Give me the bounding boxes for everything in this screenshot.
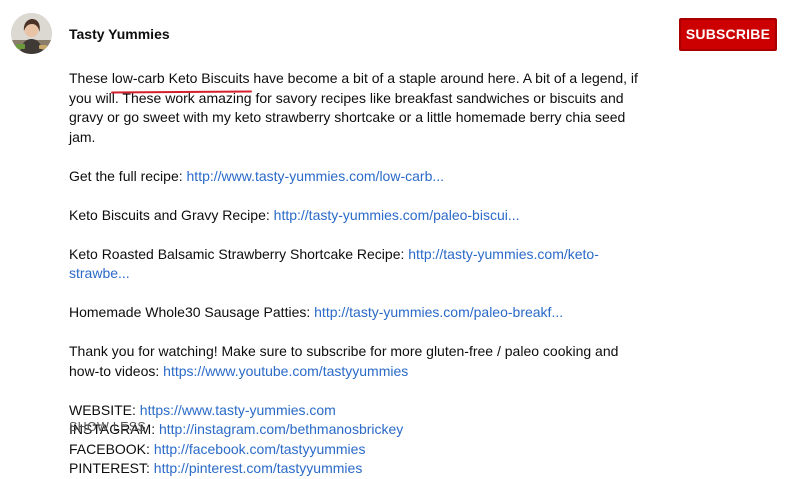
recipe-link-gravy[interactable]: http://tasty-yummies.com/paleo-biscui...	[274, 207, 520, 223]
highlighted-phrase-text: low-carb Keto Biscuits	[111, 70, 250, 86]
recipe-line-label: Homemade Whole30 Sausage Patties:	[69, 304, 315, 320]
description-intro: These low-carb Keto Biscuits have become…	[69, 69, 639, 147]
highlighted-phrase: low-carb Keto Biscuits	[110, 69, 252, 93]
youtube-channel-link[interactable]: https://www.youtube.com/tastyyummies	[163, 363, 408, 379]
subscribe-button[interactable]: SUBSCRIBE	[679, 18, 777, 51]
channel-avatar[interactable]	[11, 13, 52, 54]
red-underline-annotation	[110, 90, 252, 93]
recipe-line-full: Get the full recipe: http://www.tasty-yu…	[69, 167, 639, 187]
website-link[interactable]: https://www.tasty-yummies.com	[140, 402, 336, 418]
recipe-line-label: Get the full recipe:	[69, 167, 187, 184]
recipe-link-full[interactable]: http://www.tasty-yummies.com/low-carb...	[187, 168, 445, 184]
social-line-facebook: FACEBOOK: http://facebook.com/tastyyummi…	[69, 440, 639, 460]
social-label: PINTEREST:	[69, 460, 154, 476]
show-less-button[interactable]: SHOW LESS	[69, 420, 146, 434]
video-description: These low-carb Keto Biscuits have become…	[69, 69, 639, 479]
social-label: WEBSITE:	[69, 401, 140, 418]
recipe-line-sausage: Homemade Whole30 Sausage Patties: http:/…	[69, 303, 639, 323]
social-label: FACEBOOK:	[69, 440, 154, 457]
thanks-paragraph: Thank you for watching! Make sure to sub…	[69, 342, 639, 381]
avatar-photo-icon	[11, 13, 52, 54]
recipe-link-sausage[interactable]: http://tasty-yummies.com/paleo-breakf...	[314, 304, 563, 320]
recipe-line-shortcake: Keto Roasted Balsamic Strawberry Shortca…	[69, 245, 639, 284]
social-line-pinterest: PINTEREST: http://pinterest.com/tastyyum…	[69, 459, 639, 479]
recipe-line-gravy: Keto Biscuits and Gravy Recipe: http://t…	[69, 206, 639, 226]
social-line-website: WEBSITE: https://www.tasty-yummies.com	[69, 401, 639, 421]
facebook-link[interactable]: http://facebook.com/tastyyummies	[154, 441, 366, 457]
intro-text-before: These	[69, 70, 112, 86]
channel-name[interactable]: Tasty Yummies	[69, 26, 170, 42]
recipe-line-label: Keto Roasted Balsamic Strawberry Shortca…	[69, 245, 409, 262]
pinterest-link[interactable]: http://pinterest.com/tastyyummies	[154, 460, 363, 476]
instagram-link[interactable]: http://instagram.com/bethmanosbrickey	[159, 421, 403, 437]
social-line-instagram: INSTAGRAM: http://instagram.com/bethmano…	[69, 420, 639, 440]
recipe-line-label: Keto Biscuits and Gravy Recipe:	[69, 206, 274, 223]
